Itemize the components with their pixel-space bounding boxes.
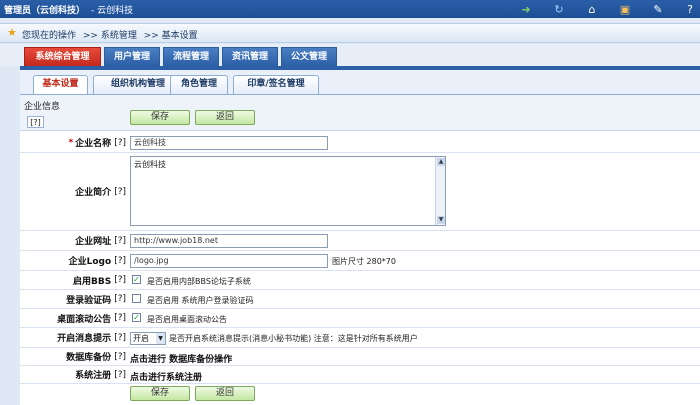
help-sys-register[interactable]: [?] [114, 370, 126, 380]
scroll-up-icon[interactable]: ▲ [437, 158, 445, 166]
row-desktop-notice: 桌面滚动公告 [?] ✓ 是否启用桌面滚动公告 [20, 309, 700, 328]
settings-form: 企业信息 [?] 保存 返回 * 企业名称 [?] 云创科技 企业简介 [?] 云创科… [20, 94, 700, 405]
desktop-notice-checkbox[interactable]: ✓ [132, 313, 141, 322]
label-company-intro: 企业简介 [?] [75, 186, 126, 199]
message-alert-select[interactable]: 开启 ▼ [130, 332, 166, 345]
enable-bbs-note: 是否启用内部BBS论坛子系统 [147, 277, 251, 286]
chevron-down-icon[interactable]: ▼ [156, 333, 165, 344]
form-title: 企业信息 [24, 102, 61, 112]
row-login-captcha: 登录验证码 [?] 是否启用 系统用户登录验证码 [20, 290, 700, 309]
tab-document-management[interactable]: 公文管理 [281, 47, 337, 66]
exit-icon[interactable]: ➜ [519, 2, 533, 16]
message-alert-note: 是否开启系统消息提示(消息小秘书功能) 注意：这是针对所有系统用户 [169, 334, 418, 343]
label-company-logo: 企业Logo [?] [68, 255, 126, 268]
help-icon[interactable]: ? [683, 2, 697, 16]
label-company-url: 企业网址 [?] [75, 235, 126, 248]
help-db-backup[interactable]: [?] [114, 352, 126, 362]
label-login-captcha: 登录验证码 [?] [66, 294, 126, 306]
form-header: 企业信息 [?] 保存 返回 [20, 95, 700, 131]
contact-icon[interactable]: ▣ [618, 2, 632, 16]
row-company-name: * 企业名称 [?] 云创科技 [20, 133, 700, 153]
company-url-input[interactable]: http://www.job18.net [130, 234, 328, 248]
tab-info-management[interactable]: 资讯管理 [222, 47, 278, 66]
tab-user-management[interactable]: 用户管理 [104, 47, 160, 66]
company-intro-text: 云创科技 [134, 160, 166, 169]
home-icon[interactable]: ⌂ [585, 2, 599, 16]
help-company-logo[interactable]: [?] [114, 256, 126, 266]
label-company-name: * 企业名称 [?] [68, 137, 126, 150]
row-enable-bbs: 启用BBS [?] ✓ 是否启用内部BBS论坛子系统 [20, 271, 700, 290]
breadcrumb-text: 您现在的操作 >> 系统管理 >> 基本设置 [22, 28, 202, 41]
tab-system-general[interactable]: 系统综合管理 [24, 47, 101, 66]
login-captcha-note: 是否启用 系统用户登录验证码 [147, 296, 254, 305]
breadcrumb: ★ 您现在的操作 >> 系统管理 >> 基本设置 [0, 23, 700, 43]
row-company-logo: 企业Logo [?] /logo.jpg 图片尺寸 280*70 [20, 251, 700, 271]
enable-bbs-checkbox[interactable]: ✓ [132, 275, 141, 284]
label-enable-bbs: 启用BBS [?] [72, 275, 126, 287]
row-db-backup: 数据库备份 [?] 点击进行 数据库备份操作 [20, 348, 700, 366]
label-db-backup: 数据库备份 [?] [66, 351, 126, 364]
desktop-notice-note: 是否启用桌面滚动公告 [147, 315, 227, 324]
tab-workflow-management[interactable]: 流程管理 [163, 47, 219, 66]
form-help-link[interactable]: [?] [27, 116, 44, 128]
help-enable-bbs[interactable]: [?] [114, 275, 126, 285]
star-icon: ★ [7, 26, 17, 39]
row-company-intro: 企业简介 [?] 云创科技 ▲ ▼ [20, 153, 700, 231]
save-button-bottom[interactable]: 保存 [130, 386, 190, 401]
label-desktop-notice: 桌面滚动公告 [?] [57, 313, 126, 325]
breadcrumb-prefix: 您现在的操作 [22, 31, 77, 41]
refresh-icon[interactable]: ↻ [552, 2, 566, 16]
back-button-bottom[interactable]: 返回 [195, 386, 255, 401]
help-message-alert[interactable]: [?] [114, 333, 126, 343]
row-company-url: 企业网址 [?] http://www.job18.net [20, 231, 700, 251]
help-desktop-notice[interactable]: [?] [114, 313, 126, 323]
current-user: 管理员（云创科技） - 云创科技 [4, 6, 134, 16]
subtab-seal-signature[interactable]: 印章/签名管理 [233, 75, 319, 94]
db-backup-link[interactable]: 点击进行 数据库备份操作 [130, 352, 232, 365]
row-sys-register: 系统注册 [?] 点击进行系统注册 [20, 366, 700, 384]
sub-tab-bar: 基本设置 组织机构管理 角色管理 印章/签名管理 [20, 70, 700, 94]
subtab-basic-settings[interactable]: 基本设置 [33, 75, 88, 94]
breadcrumb-item-system[interactable]: >> 系统管理 [83, 31, 137, 41]
row-message-alert: 开启消息提示 [?] 开启 ▼ 是否开启系统消息提示(消息小秘书功能) 注意：这是针… [20, 328, 700, 348]
logo-size-note: 图片尺寸 280*70 [332, 257, 396, 266]
help-company-name[interactable]: [?] [114, 138, 126, 148]
back-button-top[interactable]: 返回 [195, 110, 255, 125]
help-login-captcha[interactable]: [?] [114, 294, 126, 304]
main-tab-bar: 系统综合管理 用户管理 流程管理 资讯管理 公文管理 [0, 44, 700, 66]
company-logo-input[interactable]: /logo.jpg [130, 254, 328, 268]
label-message-alert: 开启消息提示 [?] [57, 332, 126, 345]
textarea-scrollbar[interactable]: ▲ ▼ [435, 157, 445, 225]
company-name-input[interactable]: 云创科技 [130, 136, 328, 150]
login-captcha-checkbox[interactable] [132, 294, 141, 303]
save-button-top[interactable]: 保存 [130, 110, 190, 125]
company-intro-textarea[interactable]: 云创科技 ▲ ▼ [130, 156, 446, 226]
help-company-intro[interactable]: [?] [114, 187, 126, 197]
breadcrumb-item-basic[interactable]: >> 基本设置 [144, 31, 198, 41]
subtab-roles[interactable]: 角色管理 [170, 75, 228, 94]
help-company-url[interactable]: [?] [114, 236, 126, 246]
label-sys-register: 系统注册 [?] [75, 369, 126, 382]
sys-register-link[interactable]: 点击进行系统注册 [130, 370, 202, 383]
top-header: 管理员（云创科技） - 云创科技 ➜ ↻ ⌂ ▣ ✎ ? [0, 0, 700, 18]
scroll-down-icon[interactable]: ▼ [437, 216, 445, 224]
note-icon[interactable]: ✎ [651, 2, 665, 16]
